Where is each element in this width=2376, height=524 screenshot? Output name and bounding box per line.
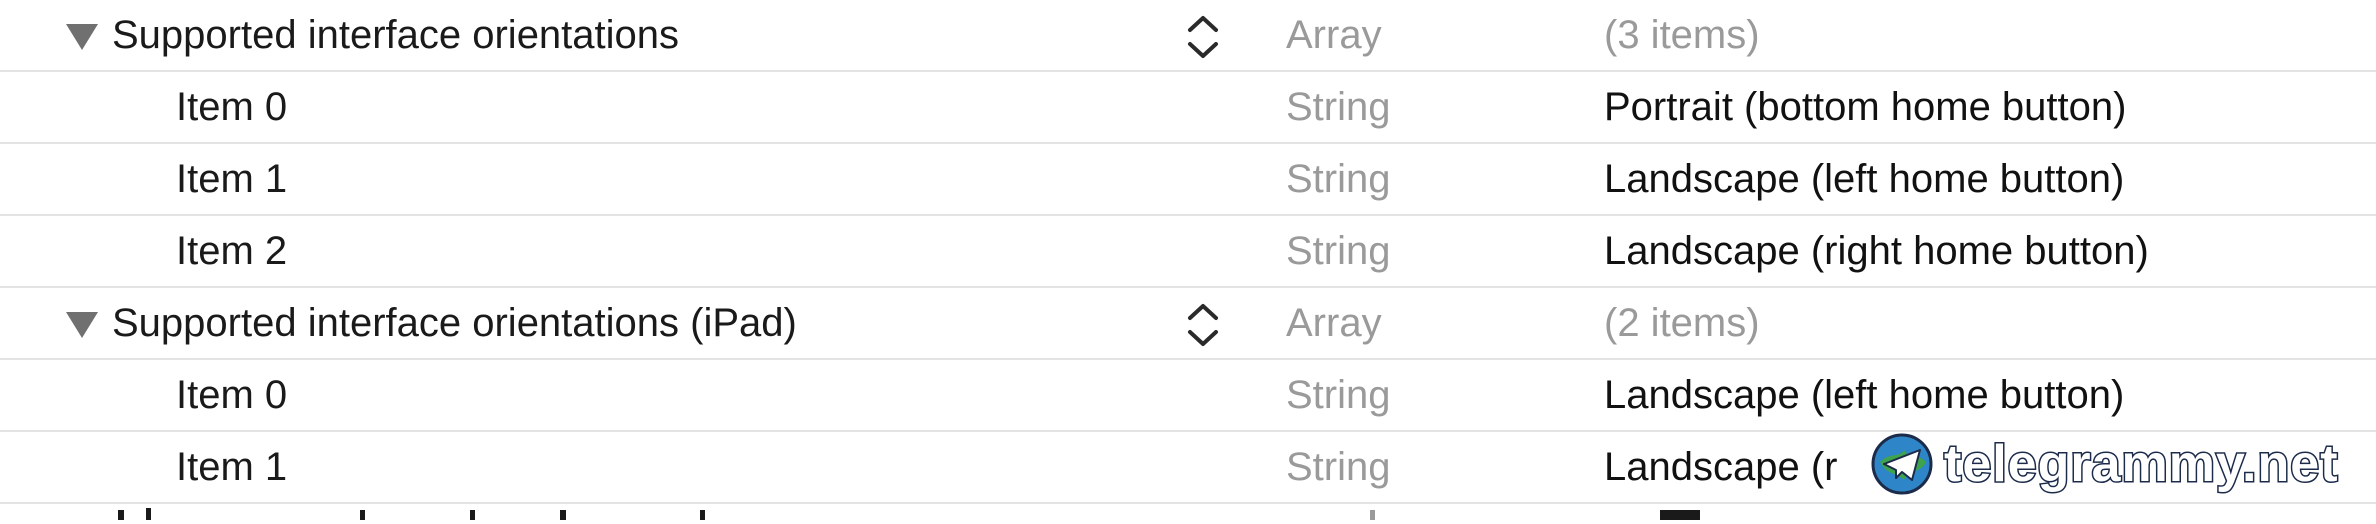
key-label: Item 1 <box>176 445 288 489</box>
value-label[interactable]: Landscape (left home button) <box>1604 360 2124 430</box>
value-label: (2 items) <box>1604 301 1760 345</box>
key-label: Item 0 <box>176 85 288 129</box>
watermark: telegrammy.net <box>1870 424 2370 504</box>
type-label: String <box>1286 445 1391 489</box>
plist-row-item[interactable]: Item 0 String Landscape (left home butto… <box>0 360 2376 432</box>
key-label: Item 2 <box>176 229 288 273</box>
plist-row-partial[interactable] <box>0 504 2376 520</box>
type-label: String <box>1286 157 1391 201</box>
plist-row-supported-orientations[interactable]: Supported interface orientations Array (… <box>0 0 2376 72</box>
telegram-globe-icon <box>1871 433 1933 495</box>
type-label: String <box>1286 85 1391 129</box>
type-label: String <box>1286 229 1391 273</box>
plist-row-item[interactable]: Item 0 String Portrait (bottom home butt… <box>0 72 2376 144</box>
type-label: Array <box>1286 301 1382 345</box>
key-label: Supported interface orientations <box>112 13 680 57</box>
key-label: Item 0 <box>176 373 288 417</box>
type-stepper-icon[interactable] <box>1186 300 1220 350</box>
value-label[interactable]: Landscape (r <box>1604 432 1837 502</box>
type-label: String <box>1286 373 1391 417</box>
key-label: Supported interface orientations (iPad) <box>112 301 797 345</box>
type-label: Array <box>1286 13 1382 57</box>
plist-row-item[interactable]: Item 1 String Landscape (left home butto… <box>0 144 2376 216</box>
disclosure-triangle-icon[interactable] <box>66 312 98 338</box>
key-label: Item 1 <box>176 157 288 201</box>
value-label[interactable]: Portrait (bottom home button) <box>1604 72 2126 142</box>
plist-row-supported-orientations-ipad[interactable]: Supported interface orientations (iPad) … <box>0 288 2376 360</box>
value-label[interactable]: Landscape (left home button) <box>1604 144 2124 214</box>
disclosure-triangle-icon[interactable] <box>66 24 98 50</box>
cut-off-row-glyphs <box>118 508 1700 520</box>
value-label: (3 items) <box>1604 13 1760 57</box>
value-label[interactable]: Landscape (right home button) <box>1604 216 2149 286</box>
plist-row-item[interactable]: Item 2 String Landscape (right home butt… <box>0 216 2376 288</box>
type-stepper-icon[interactable] <box>1186 12 1220 62</box>
watermark-text: telegrammy.net <box>1943 434 2340 495</box>
